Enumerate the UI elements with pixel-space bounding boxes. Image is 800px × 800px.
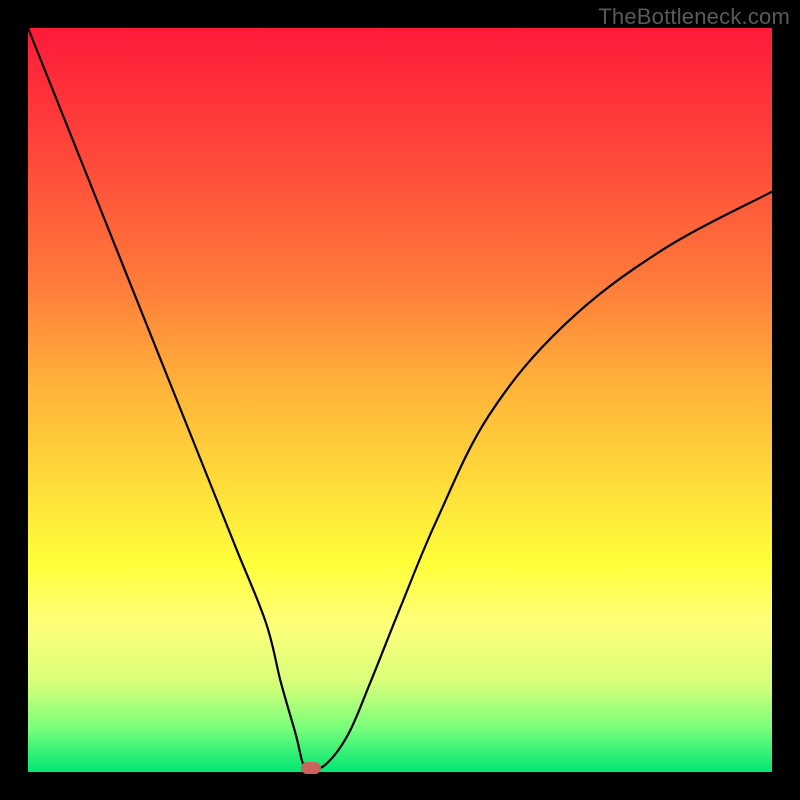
plot-area xyxy=(28,28,772,772)
watermark-text: TheBottleneck.com xyxy=(598,4,790,30)
bottleneck-curve-path xyxy=(28,28,772,769)
curve-svg xyxy=(28,28,772,772)
chart-frame: TheBottleneck.com xyxy=(0,0,800,800)
minimum-marker xyxy=(301,762,321,774)
